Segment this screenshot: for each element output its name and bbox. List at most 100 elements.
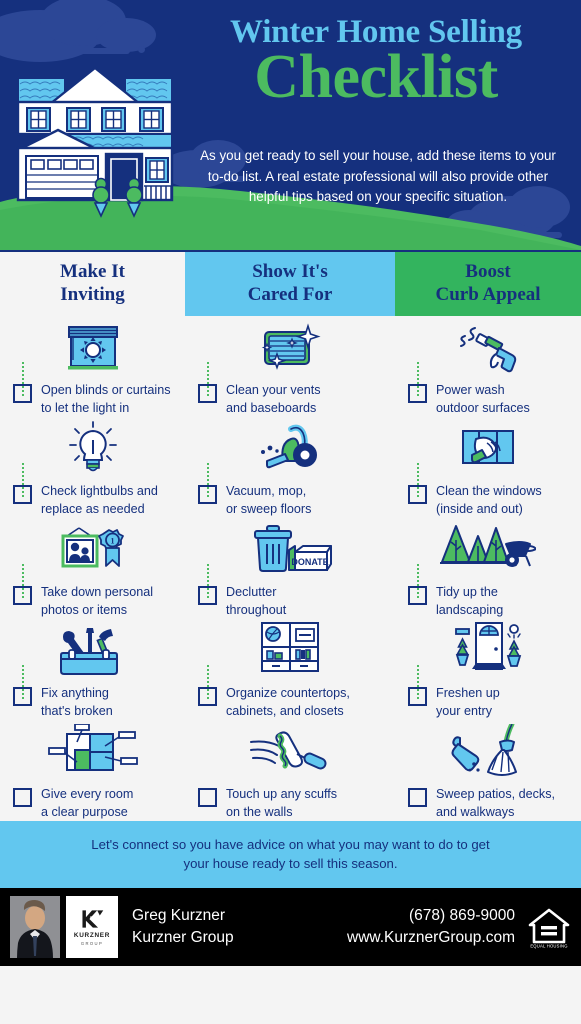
- kurzner-k-monogram: [82, 910, 104, 928]
- label-line-2: and baseboards: [226, 400, 317, 415]
- icon-slot: [395, 417, 581, 479]
- checklist-cell: Organize countertops, cabinets, and clos…: [185, 619, 395, 720]
- checklist-item-label: Clean your vents and baseboards: [226, 382, 321, 417]
- label-line-1: Open blinds or curtains: [41, 383, 171, 397]
- cta-line-1: Let's connect so you have advice on what…: [91, 837, 490, 852]
- icon-slot: [0, 720, 185, 782]
- checkbox[interactable]: [198, 788, 217, 807]
- connector-dotted-line: [207, 564, 209, 598]
- icon-slot: [185, 619, 395, 681]
- broom-dustpan-icon: [451, 724, 517, 776]
- cta-line-2: your house ready to sell this season.: [183, 856, 398, 871]
- window-cleaning-icon: [462, 430, 514, 464]
- hero-subtitle: As you get ready to sell your house, add…: [200, 148, 556, 204]
- icon-slot: [395, 619, 581, 681]
- svg-text:1: 1: [110, 537, 114, 546]
- label-line-2: and walkways: [436, 804, 515, 819]
- column-2-heading-line1: Show It's: [252, 261, 328, 282]
- column-headers: Make It Inviting Show It's Cared For Boo…: [0, 250, 581, 316]
- cabinet-shelves-icon: [261, 622, 319, 672]
- checklist-item-label: Open blinds or curtains to let the light…: [41, 382, 171, 417]
- column-3-heading-line1: Boost: [465, 261, 511, 282]
- label-line-1: Give every room: [41, 787, 134, 801]
- checklist-item-label: Freshen up your entry: [436, 685, 500, 720]
- call-to-action-band: Let's connect so you have advice on what…: [0, 821, 581, 888]
- checklist-item[interactable]: Sweep patios, decks, and walkways: [395, 782, 581, 821]
- connector-dotted-line: [207, 463, 209, 497]
- toolbox-tools-icon: [59, 628, 118, 675]
- agent-headshot: [10, 896, 60, 958]
- checkbox[interactable]: [13, 788, 32, 807]
- checklist-item[interactable]: Freshen up your entry: [395, 681, 581, 720]
- checklist-item[interactable]: Check lightbulbs and replace as needed: [0, 479, 185, 518]
- column-header-make-it-inviting: Make It Inviting: [0, 250, 185, 316]
- checklist-row: Check lightbulbs and replace as needed V…: [0, 417, 581, 518]
- checklist-item[interactable]: Clean the windows (inside and out): [395, 479, 581, 518]
- checklist-cell: Tidy up the landscaping: [395, 518, 581, 619]
- checklist-item[interactable]: Vacuum, mop, or sweep floors: [185, 479, 395, 518]
- icon-slot: [0, 316, 185, 378]
- checklist-cell: Give every room a clear purpose: [0, 720, 185, 821]
- phone-number[interactable]: (678) 869-9000: [347, 905, 515, 927]
- connector-dotted-line: [22, 665, 24, 699]
- column-1-heading-line1: Make It: [60, 261, 125, 282]
- connector-dotted-line: [417, 665, 419, 699]
- icon-slot: [0, 619, 185, 681]
- title-line-2: Checklist: [254, 43, 498, 111]
- label-line-1: Clean the windows: [436, 484, 542, 498]
- checklist-cell: Vacuum, mop, or sweep floors: [185, 417, 395, 518]
- checklist-item[interactable]: Touch up any scuffs on the walls: [185, 782, 395, 821]
- cloud-base-decor: [0, 48, 130, 54]
- paint-roller-icon: [250, 731, 327, 770]
- checklist-cell: 1 Take down personal photos or items: [0, 518, 185, 619]
- checklist-item[interactable]: Organize countertops, cabinets, and clos…: [185, 681, 395, 720]
- label-line-2: (inside and out): [436, 501, 523, 516]
- checklist-item[interactable]: Power wash outdoor surfaces: [395, 378, 581, 417]
- checklist-item[interactable]: Declutter throughout: [185, 580, 395, 619]
- icon-slot: [185, 720, 395, 782]
- checklist-item-label: Clean the windows (inside and out): [436, 483, 542, 518]
- checklist-item[interactable]: Open blinds or curtains to let the light…: [0, 378, 185, 417]
- infographic-page: Winter Home Selling Checklist As you get…: [0, 0, 581, 1024]
- checklist-item-label: Power wash outdoor surfaces: [436, 382, 530, 417]
- label-line-1: Check lightbulbs and: [41, 484, 158, 498]
- icon-slot: [395, 720, 581, 782]
- trees-wheelbarrow-icon: [440, 525, 536, 567]
- logo-wordmark: KURZNER: [73, 932, 111, 940]
- header-divider: [0, 250, 581, 252]
- checklist-item[interactable]: Clean your vents and baseboards: [185, 378, 395, 417]
- house-illustration-icon: [16, 66, 174, 218]
- checklist-item[interactable]: Tidy up the landscaping: [395, 580, 581, 619]
- connector-dotted-line: [417, 564, 419, 598]
- icon-slot: [185, 417, 395, 479]
- connector-dotted-line: [22, 564, 24, 598]
- icon-slot: DONATE: [185, 518, 395, 580]
- checklist-item-label: Tidy up the landscaping: [436, 584, 503, 619]
- agent-name: Greg Kurzner: [132, 907, 226, 924]
- connector-dotted-line: [207, 362, 209, 396]
- checklist-item[interactable]: Fix anything that's broken: [0, 681, 185, 720]
- checkbox[interactable]: [408, 788, 427, 807]
- checklist-cell: Freshen up your entry: [395, 619, 581, 720]
- checklist-row: 1 Take down personal photos or items DON…: [0, 518, 581, 619]
- label-line-2: replace as needed: [41, 501, 145, 516]
- website-url[interactable]: www.KurznerGroup.com: [347, 927, 515, 949]
- label-line-1: Power wash: [436, 383, 505, 397]
- column-2-heading-line2: Cared For: [247, 284, 333, 305]
- checklist-item[interactable]: Give every room a clear purpose: [0, 782, 185, 821]
- icon-slot: [0, 417, 185, 479]
- cloud-dot-decor: [138, 46, 145, 53]
- label-line-2: to let the light in: [41, 400, 130, 415]
- column-header-show-its-cared-for: Show It's Cared For: [185, 250, 395, 316]
- icon-slot: [185, 316, 395, 378]
- checklist-cell: Touch up any scuffs on the walls: [185, 720, 395, 821]
- checklist-item[interactable]: Take down personal photos or items: [0, 580, 185, 619]
- svg-text:DONATE: DONATE: [291, 557, 328, 567]
- front-door-plants-icon: [455, 622, 522, 670]
- label-line-2: landscaping: [436, 602, 504, 617]
- cloud-decor-icon: [96, 18, 156, 52]
- checklist-row: Fix anything that's broken Organize coun…: [0, 619, 581, 720]
- label-line-1: Tidy up the: [436, 585, 498, 599]
- checklist-item-label: Sweep patios, decks, and walkways: [436, 786, 555, 821]
- checklist-item-label: Check lightbulbs and replace as needed: [41, 483, 158, 518]
